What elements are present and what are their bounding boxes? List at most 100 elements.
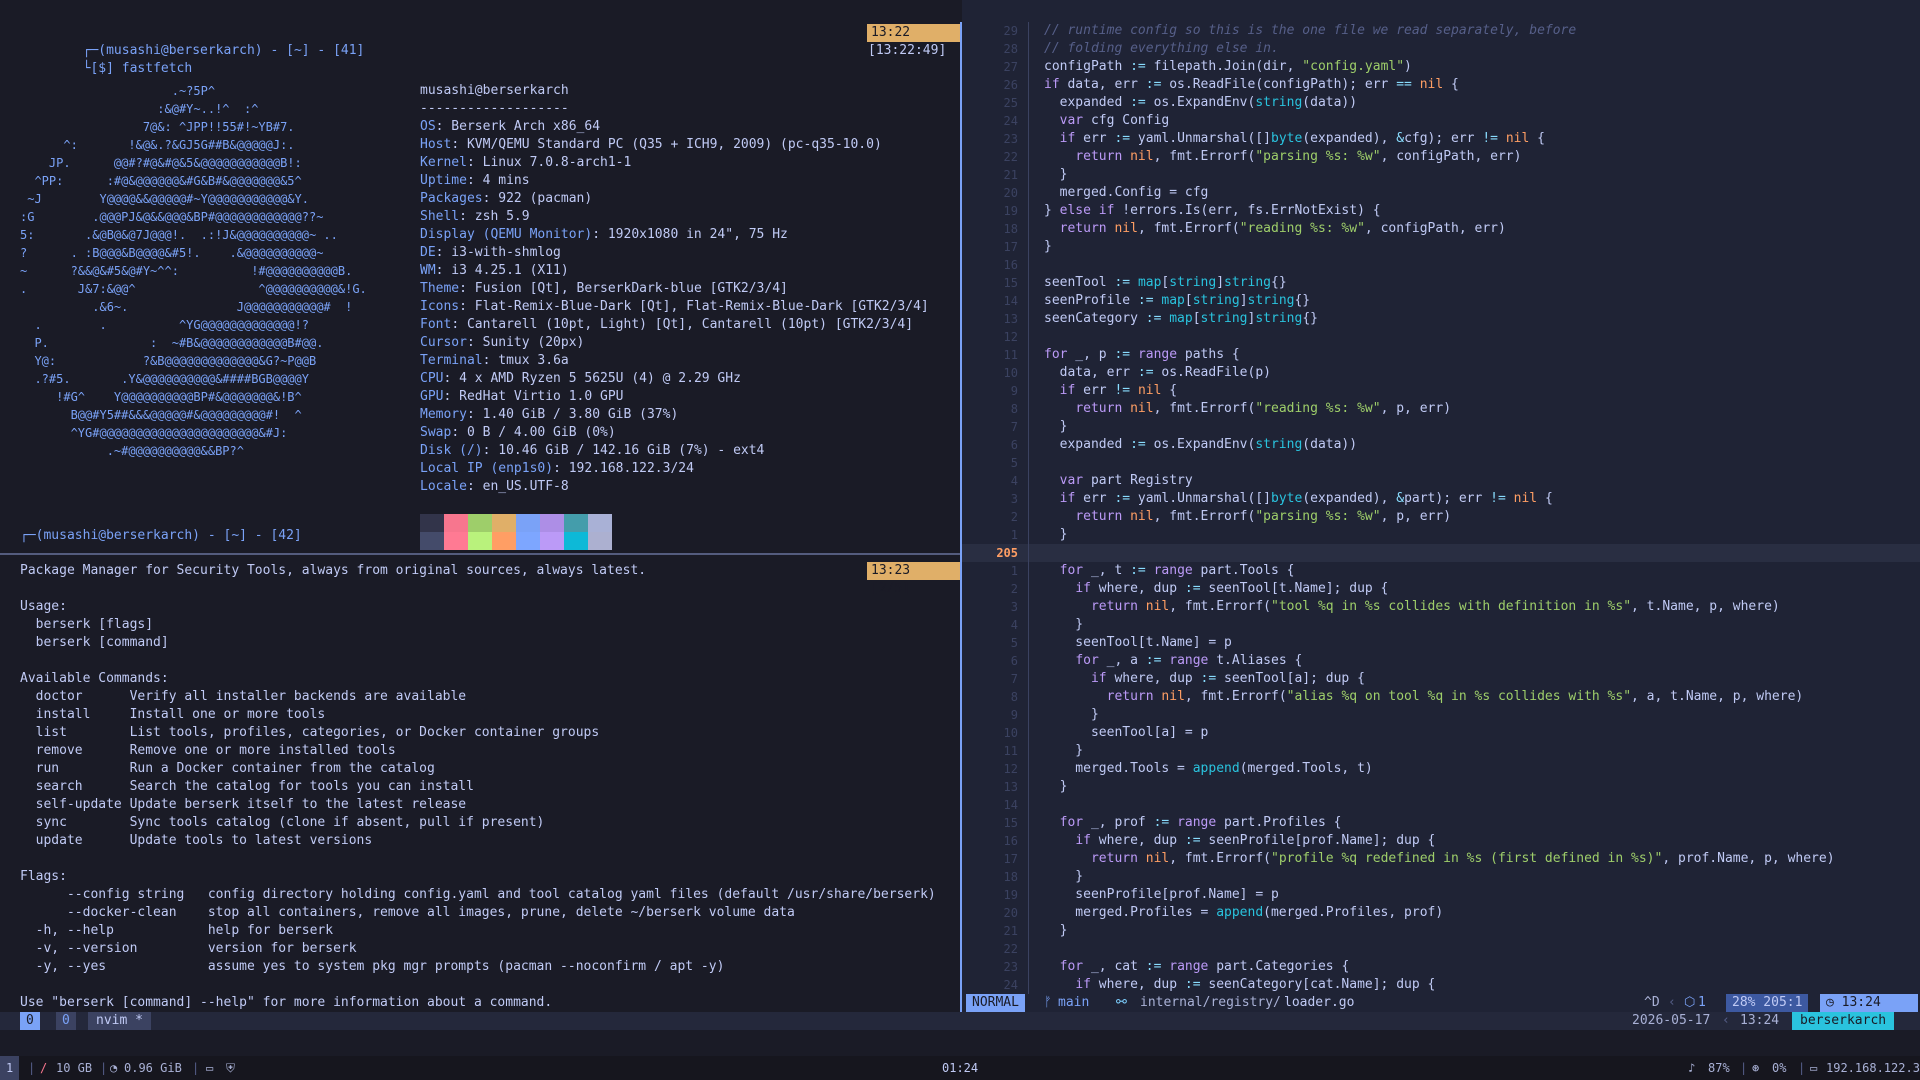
- info-value: : i3 4.25.1 (X11): [435, 263, 569, 278]
- info-key: Icons: [420, 299, 460, 314]
- package-icon: ⬡: [1684, 995, 1696, 1010]
- code-line[interactable]: if err := yaml.Unmarshal([]byte(expanded…: [1044, 490, 1835, 508]
- line-number-gutter: 29 28 27 26 25 24 23 22 21 20 19 18 17 16 15 14 13 12 11 10…: [962, 22, 1018, 994]
- code-line[interactable]: if err != nil {: [1044, 382, 1835, 400]
- code-line[interactable]: if where, dup := seenCategory[cat.Name];…: [1044, 976, 1835, 994]
- code-line[interactable]: return nil, fmt.Errorf("tool %q in %s co…: [1044, 598, 1835, 616]
- code-line[interactable]: expanded := os.ExpandEnv(string(data)): [1044, 436, 1835, 454]
- info-row: CPU: 4 x AMD Ryzen 5 5625U (4) @ 2.29 GH…: [420, 370, 929, 388]
- code-line[interactable]: return nil, fmt.Errorf("profile %q redef…: [1044, 850, 1835, 868]
- code-line[interactable]: if where, dup := seenTool[a]; dup {: [1044, 670, 1835, 688]
- code-line[interactable]: }: [1044, 778, 1835, 796]
- line-number: 17: [1003, 240, 1018, 254]
- tmux-statusbar: 0 0 nvim * 2026-05-17 ‹ 13:24 berserkarc…: [0, 1012, 1920, 1030]
- code-line[interactable]: if where, dup := seenTool[t.Name]; dup {: [1044, 580, 1835, 598]
- system-info: musashi@berserkarch ------------------- …: [420, 82, 929, 496]
- line-number: 26: [1003, 78, 1018, 92]
- info-row: OS: Berserk Arch x86_64: [420, 118, 929, 136]
- help-line: --config string config directory holding…: [20, 887, 936, 902]
- code-line[interactable]: }: [1044, 616, 1835, 634]
- code-line[interactable]: seenProfile := map[string]string{}: [1044, 292, 1835, 310]
- code-line[interactable]: for _, a := range t.Aliases {: [1044, 652, 1835, 670]
- ascii-line: .?#5. .Y&@@@@@@@@@@&####BGB@@@@Y: [20, 372, 309, 386]
- code-line[interactable]: }: [1044, 742, 1835, 760]
- divider: |: [100, 1061, 108, 1075]
- help-line: Use "berserk [command] --help" for more …: [20, 995, 553, 1010]
- color-swatch: [444, 514, 468, 532]
- code-line[interactable]: return nil, fmt.Errorf("reading %s: %w",…: [1044, 400, 1835, 418]
- window-icon: ▭: [206, 1061, 214, 1075]
- tmux-session[interactable]: 0: [20, 1012, 40, 1030]
- code-line[interactable]: [1044, 256, 1835, 274]
- code-line[interactable]: // folding everything else in.: [1044, 40, 1835, 58]
- code-line[interactable]: expanded := os.ExpandEnv(string(data)): [1044, 94, 1835, 112]
- code-line[interactable]: if err := yaml.Unmarshal([]byte(expanded…: [1044, 130, 1835, 148]
- line-number: 21: [1003, 168, 1018, 182]
- code-line[interactable]: merged.Tools = append(merged.Tools, t): [1044, 760, 1835, 778]
- code-line[interactable]: if where, dup := seenProfile[prof.Name];…: [1044, 832, 1835, 850]
- code-line[interactable]: seenTool[a] = p: [1044, 724, 1835, 742]
- code-line[interactable]: configPath := filepath.Join(dir, "config…: [1044, 58, 1835, 76]
- code-line[interactable]: return nil, fmt.Errorf("parsing %s: %w",…: [1044, 148, 1835, 166]
- ascii-line: :G .@@@PJ&@&&@@@&BP#@@@@@@@@@@@@??~: [20, 210, 324, 224]
- code-line[interactable]: seenTool := map[string]string{}: [1044, 274, 1835, 292]
- code-line[interactable]: return nil, fmt.Errorf("reading %s: %w",…: [1044, 220, 1835, 238]
- code-line[interactable]: [1044, 940, 1835, 958]
- line-number: 10: [1003, 726, 1018, 740]
- line-number: 14: [1003, 294, 1018, 308]
- ascii-line: !#G^ Y@@@@@@@@@@BP#&@@@@@@@&!B^: [20, 390, 302, 404]
- code-line[interactable]: if data, err := os.ReadFile(configPath);…: [1044, 76, 1835, 94]
- info-key: Display (QEMU Monitor): [420, 227, 593, 242]
- code-line[interactable]: data, err := os.ReadFile(p): [1044, 364, 1835, 382]
- code-line[interactable]: for _, prof := range part.Profiles {: [1044, 814, 1835, 832]
- code-line[interactable]: }: [1044, 166, 1835, 184]
- line-number: 3: [1010, 600, 1018, 614]
- ascii-line: ^: !&@&.?&GJ5G##B&@@@@@J:.: [20, 138, 295, 152]
- code-line[interactable]: [1044, 328, 1835, 346]
- code-line[interactable]: [1044, 454, 1835, 472]
- line-number: 5: [1010, 456, 1018, 470]
- line-number: 19: [1003, 204, 1018, 218]
- tmux-window-name[interactable]: nvim *: [88, 1012, 151, 1030]
- code-line[interactable]: var part Registry: [1044, 472, 1835, 490]
- code-line[interactable]: } else if !errors.Is(err, fs.ErrNotExist…: [1044, 202, 1835, 220]
- code-line[interactable]: }: [1044, 868, 1835, 886]
- clock-segment: ◷ 13:24: [1820, 994, 1918, 1012]
- code-line[interactable]: }: [1044, 238, 1835, 256]
- code-line[interactable]: }: [1044, 706, 1835, 724]
- volume-level[interactable]: 87%: [1708, 1056, 1730, 1080]
- code-line[interactable]: // runtime config so this is the one fil…: [1044, 22, 1835, 40]
- code-line[interactable]: }: [1044, 526, 1835, 544]
- code-line[interactable]: var cfg Config: [1044, 112, 1835, 130]
- code-line[interactable]: return nil, fmt.Errorf("alias %q on tool…: [1044, 688, 1835, 706]
- code-line[interactable]: for _, p := range paths {: [1044, 346, 1835, 364]
- fastfetch-pane[interactable]: ┌─(musashi@berserkarch) - [~] - [41] └[$…: [0, 22, 960, 553]
- code-line[interactable]: for _, t := range part.Tools {: [1044, 562, 1835, 580]
- color-palette: [420, 514, 612, 550]
- line-number: 28: [1003, 42, 1018, 56]
- code-line[interactable]: [1044, 796, 1835, 814]
- clock[interactable]: 01:24: [942, 1056, 978, 1080]
- workspace-button[interactable]: 1: [0, 1056, 20, 1080]
- info-row: Uptime: 4 mins: [420, 172, 929, 190]
- info-row: Locale: en_US.UTF-8: [420, 478, 929, 496]
- code-line[interactable]: }: [1044, 418, 1835, 436]
- code-line[interactable]: [1044, 544, 1835, 562]
- code-line[interactable]: seenProfile[prof.Name] = p: [1044, 886, 1835, 904]
- code-line[interactable]: seenCategory := map[string]string{}: [1044, 310, 1835, 328]
- info-row: Font: Cantarell (10pt, Light) [Qt], Cant…: [420, 316, 929, 334]
- line-number: 22: [1003, 150, 1018, 164]
- prompt-line-41: ┌─(musashi@berserkarch) - [~] - [41]: [20, 24, 365, 58]
- code-buffer[interactable]: // runtime config so this is the one fil…: [1044, 22, 1835, 994]
- line-number: 1: [1010, 528, 1018, 542]
- code-line[interactable]: merged.Config = cfg: [1044, 184, 1835, 202]
- nvim-pane[interactable]: 29 28 27 26 25 24 23 22 21 20 19 18 17 16 15 14 13 12 11 10…: [962, 0, 1920, 1012]
- help-line: list List tools, profiles, categories, o…: [20, 725, 600, 740]
- tmux-window-index[interactable]: 0: [56, 1012, 76, 1030]
- berserk-help-pane[interactable]: 13:23 [2/5] Package Manager for Security…: [0, 555, 960, 1012]
- code-line[interactable]: for _, cat := range part.Categories {: [1044, 958, 1835, 976]
- code-line[interactable]: return nil, fmt.Errorf("parsing %s: %w",…: [1044, 508, 1835, 526]
- code-line[interactable]: }: [1044, 922, 1835, 940]
- code-line[interactable]: seenTool[t.Name] = p: [1044, 634, 1835, 652]
- code-line[interactable]: merged.Profiles = append(merged.Profiles…: [1044, 904, 1835, 922]
